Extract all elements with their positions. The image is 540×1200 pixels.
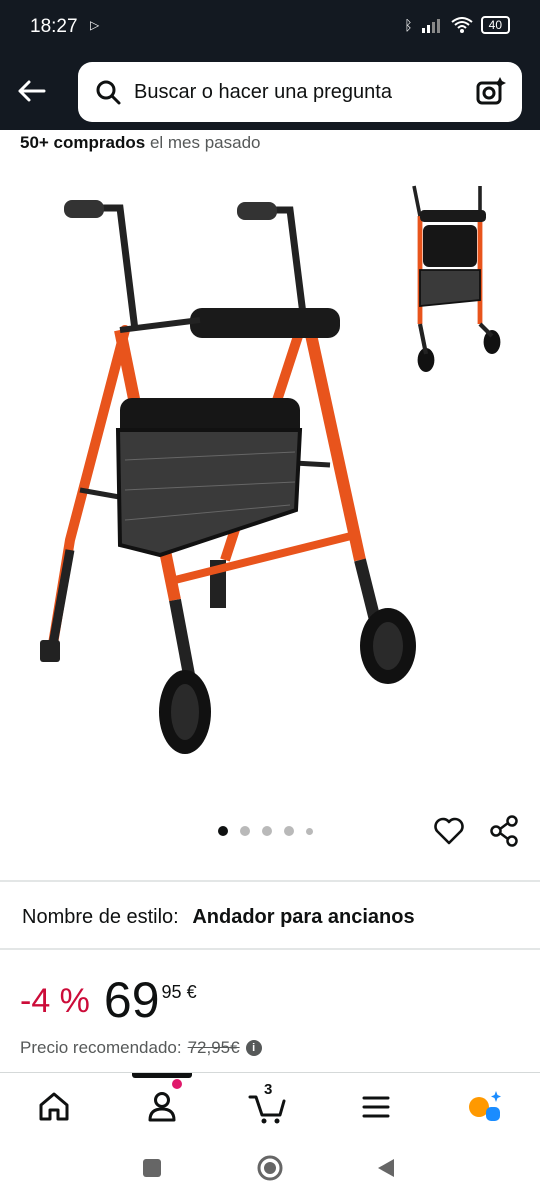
recents-icon[interactable] [140, 1156, 164, 1180]
image-carousel-dots[interactable] [218, 826, 313, 836]
search-icon [96, 80, 121, 105]
share-icon[interactable] [488, 814, 522, 848]
recommended-price: Precio recomendado: 72,95€ i [20, 1038, 262, 1058]
purchase-count-rest: el mes pasado [149, 133, 261, 152]
recommended-price-label: Precio recomendado: [20, 1038, 182, 1057]
info-icon[interactable]: i [245, 1040, 262, 1056]
status-icons: ᛒ 40 [404, 16, 510, 34]
price-fraction: 95 € [161, 982, 197, 1002]
active-tab-indicator [132, 1073, 192, 1078]
bluetooth-icon: ᛒ [404, 17, 413, 33]
carousel-dot[interactable] [284, 826, 294, 836]
style-label: Nombre de estilo: [22, 906, 179, 928]
cart-count: 3 [264, 1081, 273, 1098]
status-time: 18:27 [30, 16, 78, 37]
style-selector[interactable]: Nombre de estilo: Andador para ancianos [22, 906, 415, 929]
bottom-navigation: 3 [0, 1072, 540, 1136]
camera-search-icon[interactable] [474, 75, 508, 109]
wifi-icon [451, 17, 473, 33]
back-arrow-icon[interactable] [14, 74, 48, 108]
rufus-icon[interactable] [462, 1085, 506, 1129]
discount-percentage: -4 % [20, 982, 90, 1020]
wishlist-heart-icon[interactable] [432, 814, 466, 848]
carousel-dot[interactable] [218, 826, 228, 836]
purchase-count-bold: 50+ comprados [20, 133, 146, 152]
battery-icon: 40 [480, 16, 510, 34]
home-icon[interactable] [32, 1085, 76, 1129]
menu-icon[interactable] [354, 1085, 398, 1129]
android-navigation-bar [0, 1136, 540, 1200]
recommended-price-value: 72,95€ [187, 1038, 240, 1057]
carousel-dot[interactable] [262, 826, 272, 836]
account-icon[interactable] [140, 1085, 184, 1129]
search-placeholder: Buscar o hacer una pregunta [134, 80, 392, 103]
play-icon: ▷ [90, 18, 100, 32]
price-whole: 69 [103, 972, 160, 1028]
purchase-count-text: 50+ comprados el mes pasado [20, 133, 261, 153]
search-header: Buscar o hacer una pregunta [0, 56, 540, 130]
status-bar: 18:27 ▷ ᛒ 40 [0, 0, 540, 56]
product-image[interactable] [0, 160, 540, 810]
signal-icon [421, 19, 440, 33]
search-input[interactable]: Buscar o hacer una pregunta [78, 62, 522, 122]
style-value: Andador para ancianos [192, 906, 415, 928]
divider [0, 880, 540, 882]
divider [0, 948, 540, 950]
carousel-dot[interactable] [306, 827, 313, 835]
notification-dot [172, 1079, 182, 1089]
home-circle-icon[interactable] [256, 1154, 284, 1182]
price-block: -4 % 69 95 € [20, 972, 197, 1028]
back-triangle-icon[interactable] [374, 1156, 398, 1180]
carousel-dot[interactable] [240, 826, 250, 836]
